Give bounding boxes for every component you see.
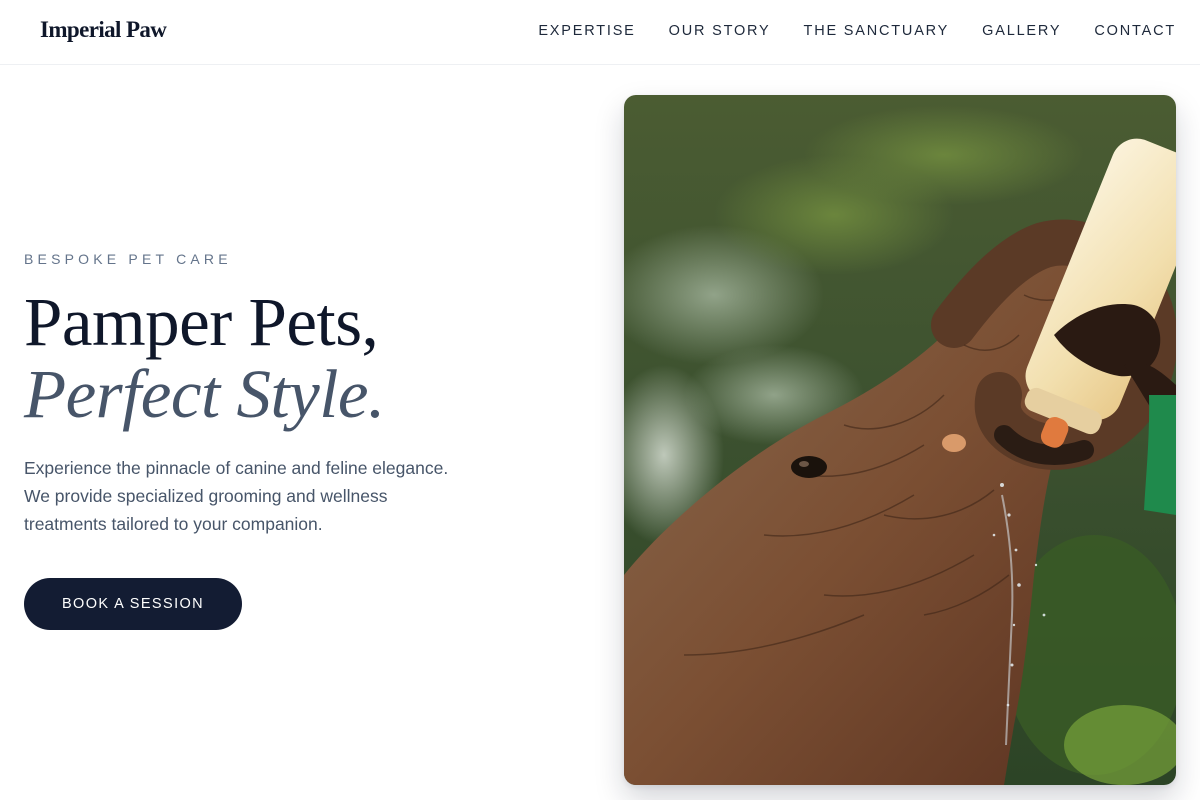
main-nav: EXPERTISE OUR STORY THE SANCTUARY GALLER…: [538, 22, 1176, 40]
hero-eyebrow: BESPOKE PET CARE: [24, 251, 232, 267]
nav-link-contact[interactable]: CONTACT: [1094, 22, 1176, 40]
nav-link-our-story[interactable]: OUR STORY: [669, 22, 771, 40]
hero-image: [624, 95, 1176, 785]
nav-link-the-sanctuary[interactable]: THE SANCTUARY: [804, 22, 950, 40]
top-navbar: Imperial Paw EXPERTISE OUR STORY THE SAN…: [0, 0, 1200, 65]
brand-logo[interactable]: Imperial Paw: [40, 17, 167, 43]
hero-headline-line1: Pamper Pets,: [24, 284, 379, 360]
hero-headline-line2: Perfect Style.: [24, 356, 385, 432]
book-session-button[interactable]: BOOK A SESSION: [24, 578, 242, 630]
nav-link-gallery[interactable]: GALLERY: [982, 22, 1061, 40]
elephant-feeding-photo: [624, 95, 1176, 785]
nav-link-expertise[interactable]: EXPERTISE: [538, 22, 635, 40]
hero-headline: Pamper Pets, Perfect Style.: [24, 286, 385, 430]
hero-description: Experience the pinnacle of canine and fe…: [24, 458, 449, 534]
